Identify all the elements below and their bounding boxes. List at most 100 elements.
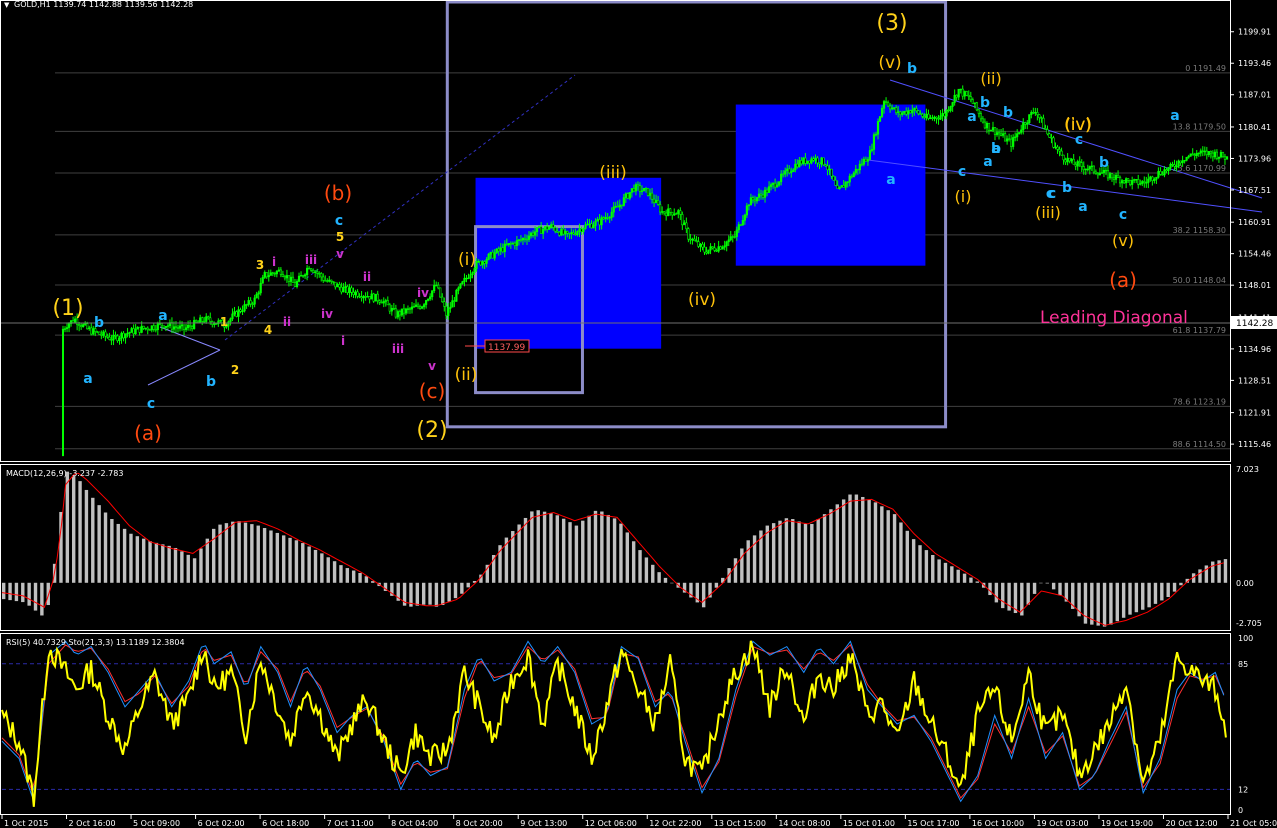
candle-body — [1048, 133, 1051, 138]
candle-body — [1022, 122, 1025, 131]
candle-body — [1151, 176, 1154, 181]
candle-body — [947, 109, 950, 112]
blue-zone-box — [735, 104, 926, 266]
candle-body — [523, 238, 527, 240]
macd-bar — [1211, 561, 1215, 583]
candle-body — [798, 160, 801, 168]
macd-bar — [27, 582, 31, 606]
candle-body — [122, 332, 125, 339]
macd-bar — [638, 550, 642, 583]
candle-body — [548, 227, 551, 230]
candle-body — [150, 325, 153, 331]
rsi-tick-label: 100 — [1238, 634, 1253, 643]
symbol-arrow-icon: ▼ — [4, 1, 10, 9]
candle-body — [1072, 158, 1075, 165]
current-price-tag: 1142.28 — [1231, 316, 1277, 329]
macd-bar — [581, 520, 585, 583]
fib-label: 13.8 1179.50 — [1173, 122, 1226, 131]
candle-body — [598, 219, 601, 226]
candle-body — [931, 117, 934, 119]
candle-body — [796, 163, 799, 168]
macd-bar — [135, 536, 140, 583]
candle-body — [1207, 151, 1210, 156]
candle-body — [745, 205, 748, 216]
price-tick-label: 1167.51 — [1238, 186, 1271, 195]
candle-body — [1118, 177, 1122, 184]
candle-body — [201, 317, 204, 322]
macd-bar — [797, 521, 801, 583]
candle-body — [850, 175, 853, 178]
wave-label: (ii) — [980, 69, 1001, 88]
macd-bar — [199, 548, 203, 583]
candle-body — [195, 320, 198, 323]
candle-body — [1106, 170, 1110, 179]
candle-body — [870, 149, 874, 151]
macd-bar — [975, 581, 979, 583]
candle-body — [1209, 151, 1212, 154]
candle-body — [604, 217, 607, 220]
macd-bar — [447, 582, 451, 602]
candle-body — [108, 336, 111, 340]
candle-body — [483, 261, 486, 264]
trading-chart[interactable]: 0 1191.4913.8 1179.5023.6 1170.9938.2 11… — [0, 0, 1277, 828]
candle-body — [717, 246, 720, 252]
candle-body — [1219, 152, 1223, 158]
candle-body — [1066, 157, 1069, 163]
macd-bar — [994, 582, 999, 603]
candle-body — [511, 242, 514, 245]
candle-body — [499, 247, 502, 252]
candle-body — [832, 175, 835, 181]
candle-body — [396, 311, 399, 318]
candle-body — [378, 300, 381, 303]
macd-bar — [829, 509, 833, 583]
candle-body — [989, 129, 993, 132]
candle-body — [1058, 149, 1061, 152]
candle-body — [638, 185, 642, 192]
price-tick-label: 1134.96 — [1238, 345, 1271, 354]
macd-bar — [988, 582, 992, 596]
time-tick-label: 14 Oct 08:00 — [778, 819, 830, 828]
candle-body — [1167, 167, 1170, 172]
candle-body — [1135, 179, 1138, 181]
candle-body — [929, 117, 932, 119]
candle-body — [481, 261, 484, 266]
macd-bar — [911, 539, 916, 583]
candle-body — [1034, 112, 1037, 114]
candle-body — [650, 192, 654, 200]
candle-body — [497, 248, 500, 252]
candle-body — [1205, 150, 1208, 156]
candle-body — [897, 111, 900, 113]
price-tick-label: 1193.46 — [1238, 59, 1271, 68]
candle-body — [235, 311, 238, 317]
macd-bar — [345, 568, 350, 583]
candle-body — [776, 184, 779, 188]
candle-body — [368, 296, 371, 300]
candle-body — [164, 325, 167, 328]
price-tick-label: 1187.01 — [1238, 91, 1271, 100]
macd-bar — [899, 522, 903, 583]
candle-body — [624, 193, 627, 198]
wave-label: b — [907, 61, 917, 77]
candle-body — [846, 181, 849, 184]
candle-body — [584, 224, 587, 229]
macd-bar — [339, 565, 343, 583]
candle-body — [542, 228, 545, 234]
candle-body — [479, 260, 482, 266]
wave-label: b — [94, 315, 104, 331]
candle-body — [564, 231, 567, 235]
candle-body — [1125, 178, 1128, 184]
candle-body — [243, 304, 246, 312]
wave-label: (iii) — [1035, 203, 1061, 222]
candle-body — [533, 231, 537, 236]
macd-bar — [320, 553, 324, 583]
macd-bar — [1115, 582, 1119, 622]
candle-body — [156, 323, 159, 331]
macd-bar — [141, 538, 146, 583]
candle-body — [1177, 160, 1180, 167]
macd-bar — [600, 511, 604, 583]
candle-body — [414, 304, 418, 307]
candle-body — [1018, 132, 1021, 134]
macd-bar — [434, 582, 439, 607]
candle-body — [979, 113, 982, 120]
wave-label: b — [1062, 180, 1072, 196]
